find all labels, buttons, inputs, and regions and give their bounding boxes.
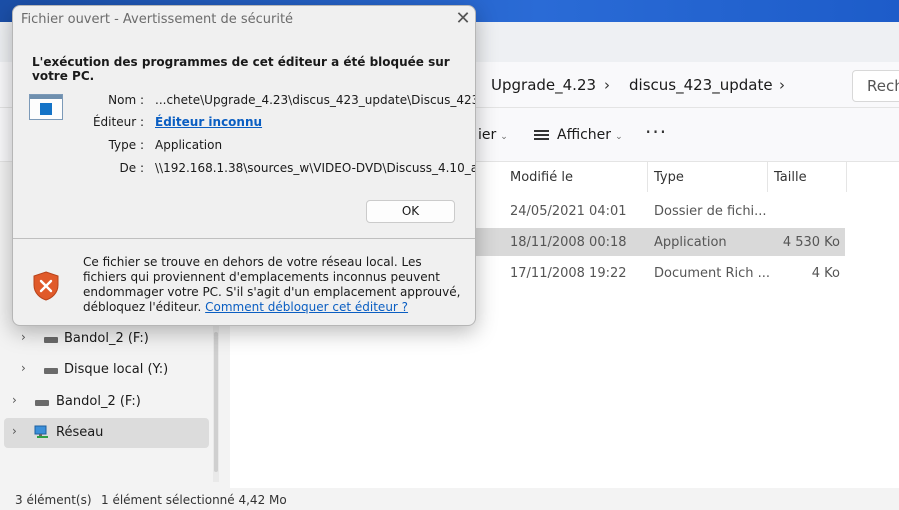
chevron-right-icon[interactable]: ›	[12, 424, 17, 438]
dialog-title: Fichier ouvert - Avertissement de sécuri…	[21, 12, 294, 27]
column-divider[interactable]	[846, 162, 847, 192]
view-icon	[534, 130, 549, 140]
close-button[interactable]: ✕	[453, 8, 473, 30]
cell-size: 4 Ko	[811, 266, 840, 281]
search-placeholder: Rech	[867, 77, 899, 95]
column-header-type[interactable]: Type	[654, 170, 684, 185]
chevron-right-icon[interactable]: ›	[779, 76, 785, 94]
chevron-right-icon[interactable]: ›	[21, 361, 26, 375]
chevron-down-icon: ⌄	[615, 132, 623, 142]
nav-item-label: Bandol_2 (F:)	[64, 331, 149, 346]
search-input[interactable]: Rech	[852, 70, 899, 102]
unblock-help-link[interactable]: Comment débloquer cet éditeur ?	[205, 300, 408, 314]
sort-label: ier	[478, 127, 497, 143]
status-selection: 1 élément sélectionné 4,42 Mo	[101, 493, 287, 507]
breadcrumb-item[interactable]: Upgrade_4.23	[491, 76, 596, 94]
security-warning-dialog: Fichier ouvert - Avertissement de sécuri…	[12, 5, 476, 326]
from-label: De :	[119, 161, 144, 175]
type-value: Application	[155, 138, 223, 152]
cell-modified: 24/05/2021 04:01	[510, 204, 627, 219]
chevron-right-icon[interactable]: ›	[21, 330, 26, 344]
nav-item-label: Disque local (Y:)	[64, 362, 169, 377]
nav-item-disque-local-y[interactable]: › Disque local (Y:)	[8, 355, 213, 385]
status-bar: 3 élément(s) 1 élément sélectionné 4,42 …	[0, 488, 899, 510]
publisher-label: Éditeur :	[92, 115, 144, 129]
view-button[interactable]: Afficher ⌄	[557, 127, 623, 143]
nav-item-label: Bandol_2 (F:)	[56, 394, 141, 409]
publisher-link[interactable]: Éditeur inconnu	[155, 115, 262, 129]
column-divider[interactable]	[647, 162, 648, 192]
cell-type: Application	[654, 235, 727, 250]
breadcrumb-item[interactable]: discus_423_update	[629, 76, 773, 94]
nav-item-bandol-f-2[interactable]: › Bandol_2 (F:)	[4, 387, 209, 417]
column-header-modified[interactable]: Modifié le	[510, 170, 573, 185]
drive-icon	[44, 368, 58, 374]
column-divider[interactable]	[767, 162, 768, 192]
column-header-size[interactable]: Taille	[774, 170, 807, 185]
name-value: ...chete\Upgrade_4.23\discus_423_update\…	[155, 93, 476, 107]
chevron-right-icon[interactable]: ›	[12, 393, 17, 407]
nav-item-reseau[interactable]: › Réseau	[4, 418, 209, 448]
close-icon: ✕	[455, 8, 471, 29]
nav-item-label: Réseau	[56, 425, 104, 440]
sort-button[interactable]: ier ⌄	[478, 127, 508, 143]
dialog-heading: L'exécution des programmes de cet éditeu…	[32, 55, 450, 83]
warning-message: Ce fichier se trouve en dehors de votre …	[83, 255, 468, 315]
cell-type: Dossier de fichi...	[654, 204, 767, 219]
status-item-count: 3 élément(s)	[15, 493, 92, 507]
drive-icon	[44, 337, 58, 343]
cell-modified: 18/11/2008 00:18	[510, 235, 627, 250]
name-label: Nom :	[108, 93, 144, 107]
chevron-down-icon: ⌄	[500, 132, 508, 142]
shield-warning-icon	[33, 271, 59, 301]
cell-size: 4 530 Ko	[782, 235, 840, 250]
chevron-right-icon: ›	[604, 76, 610, 94]
cell-type: Document Rich ...	[654, 266, 771, 281]
type-label: Type :	[108, 138, 144, 152]
nav-item-bandol-f[interactable]: › Bandol_2 (F:)	[8, 324, 213, 354]
cell-modified: 17/11/2008 19:22	[510, 266, 627, 281]
view-label: Afficher	[557, 127, 612, 143]
more-options-button[interactable]: ···	[645, 120, 667, 144]
dialog-divider	[13, 238, 475, 239]
ok-button[interactable]: OK	[366, 200, 455, 223]
network-icon	[34, 425, 48, 438]
drive-icon	[35, 400, 49, 406]
from-value: \\192.168.1.38\sources_w\VIDEO-DVD\Discu…	[155, 161, 476, 175]
